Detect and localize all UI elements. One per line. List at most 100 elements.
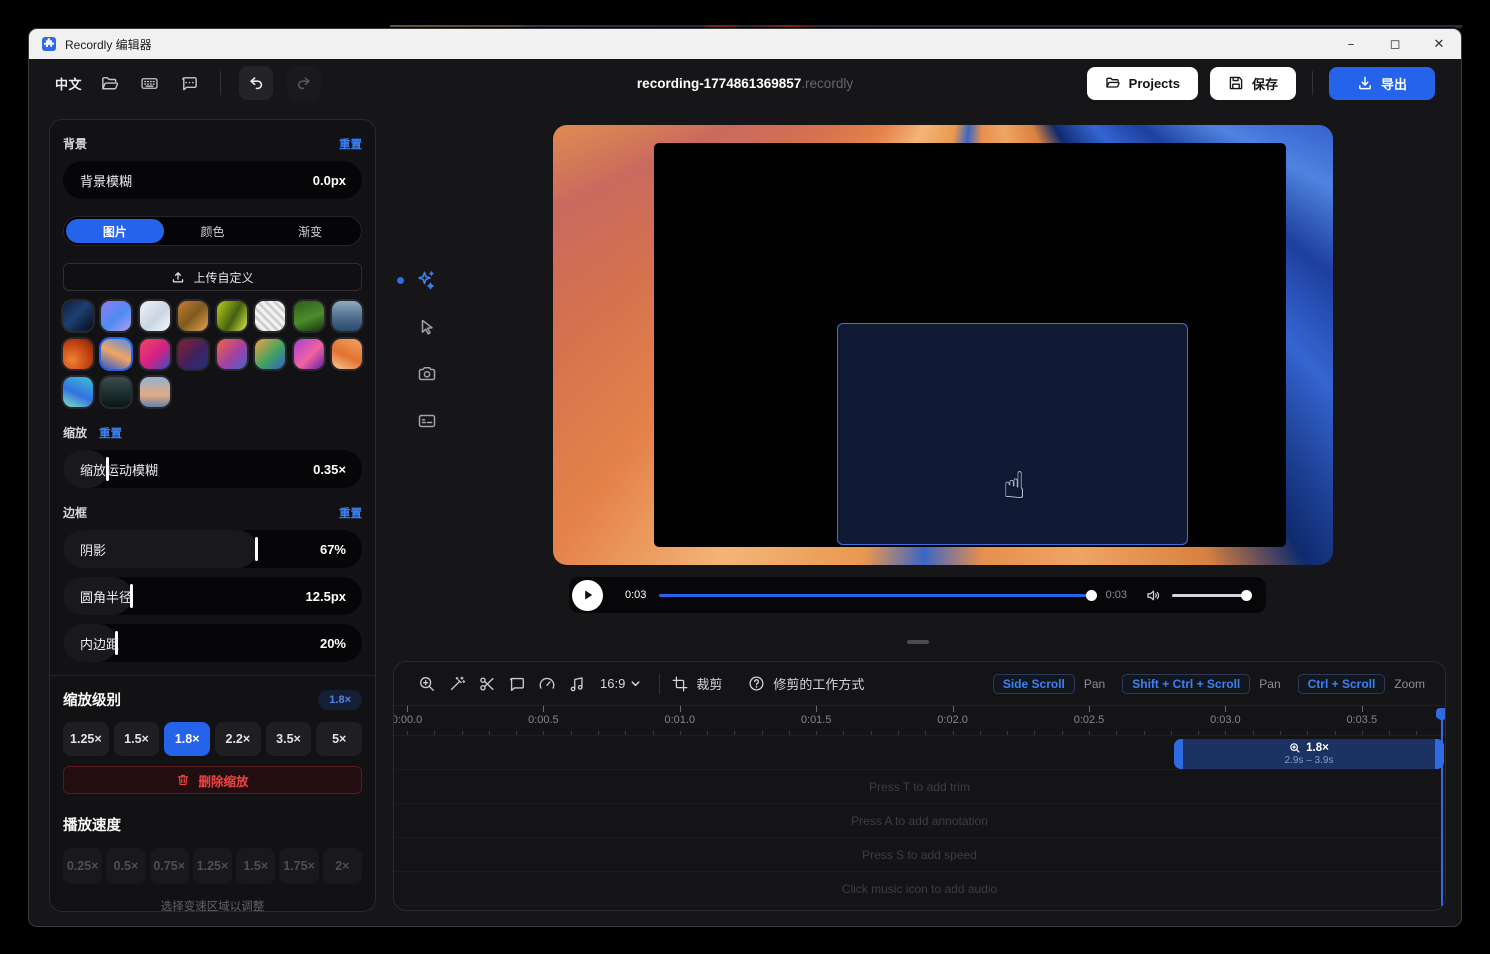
- background-thumbnail-autumn-hills[interactable]: [178, 301, 208, 331]
- zoom-level-option-3.5x[interactable]: 3.5×: [266, 722, 312, 756]
- close-button[interactable]: ✕: [1417, 29, 1461, 59]
- timeline-ruler[interactable]: 0:00.00:00.50:01.00:01.50:02.00:02.50:03…: [394, 706, 1445, 736]
- projects-button[interactable]: Projects: [1087, 67, 1198, 100]
- background-thumbnail-dark-red-blue[interactable]: [178, 339, 208, 369]
- zoom-level-option-1.5x[interactable]: 1.5×: [114, 722, 160, 756]
- trim-help-button[interactable]: 修剪的工作方式: [748, 674, 864, 693]
- playhead-line[interactable]: [1441, 708, 1443, 906]
- zoom-block[interactable]: 1.8× 2.9s – 3.9s: [1174, 739, 1444, 769]
- minimize-button[interactable]: –: [1329, 29, 1373, 59]
- background-type-tabs: 图片 颜色 渐变: [63, 216, 362, 246]
- open-project-button[interactable]: [96, 70, 122, 96]
- shortcut-action: Pan: [1259, 677, 1280, 691]
- background-thumbnail-green-plants[interactable]: [294, 301, 324, 331]
- border-reset-link[interactable]: 重置: [339, 505, 362, 521]
- video-preview-canvas[interactable]: ☝: [553, 125, 1333, 565]
- speed-option-0.25x[interactable]: 0.25×: [63, 848, 102, 884]
- background-thumbnail-snow-white[interactable]: [140, 301, 170, 331]
- ruler-minor-tick: [407, 731, 408, 735]
- captions-tool-button[interactable]: [397, 410, 437, 432]
- timeline-track-lane[interactable]: Click music icon to add audio: [394, 872, 1445, 906]
- crop-button[interactable]: 裁剪: [672, 674, 722, 693]
- cut-button[interactable]: [472, 670, 502, 698]
- background-reset-link[interactable]: 重置: [339, 136, 362, 152]
- timeline-track-lane[interactable]: Press A to add annotation: [394, 804, 1445, 838]
- background-thumbnail-dark-blue-abstract[interactable]: [63, 301, 93, 331]
- background-thumbnail-blue-green-rays[interactable]: [63, 377, 93, 407]
- webcam-tool-button[interactable]: [397, 363, 437, 385]
- speaker-icon[interactable]: [1145, 587, 1162, 604]
- annotation-button[interactable]: [502, 670, 532, 698]
- ruler-label: 0:00.5: [528, 714, 559, 726]
- volume-thumb[interactable]: [1241, 590, 1252, 601]
- background-thumbnail-sequoia-rays[interactable]: [101, 339, 131, 369]
- speed-option-2x[interactable]: 2×: [323, 848, 362, 884]
- speed-option-1.5x[interactable]: 1.5×: [236, 848, 275, 884]
- speed-option-1.75x[interactable]: 1.75×: [279, 848, 318, 884]
- seek-thumb[interactable]: [1086, 590, 1097, 601]
- tab-image[interactable]: 图片: [66, 219, 164, 243]
- background-thumbnail-big-sur-waves[interactable]: [140, 339, 170, 369]
- upload-custom-button[interactable]: 上传自定义: [63, 263, 362, 291]
- zoom-level-option-1.25x[interactable]: 1.25×: [63, 722, 109, 756]
- corner-radius-slider[interactable]: 圆角半径12.5px: [63, 577, 362, 615]
- ruler-major-tick: [1225, 706, 1226, 712]
- auto-zoom-button[interactable]: [442, 670, 472, 698]
- aspect-ratio-dropdown[interactable]: 16:9: [600, 676, 641, 691]
- timeline-track-lane[interactable]: Press T to add trim: [394, 770, 1445, 804]
- delete-zoom-button[interactable]: 删除缩放: [63, 766, 362, 794]
- background-thumbnail-cloud-sunset[interactable]: [140, 377, 170, 407]
- language-button[interactable]: 中文: [55, 74, 82, 93]
- background-thumbnail-dark-mountains[interactable]: [101, 377, 131, 407]
- panel-resize-handle[interactable]: [907, 640, 929, 644]
- background-thumbnail-orange-flower[interactable]: [63, 339, 93, 369]
- slider-handle[interactable]: [255, 537, 258, 561]
- ruler-major-tick: [680, 706, 681, 712]
- background-thumbnail-green-blue-orange[interactable]: [255, 339, 285, 369]
- zoom-motion-blur-slider[interactable]: 缩放运动模糊 0.35×: [63, 450, 362, 488]
- maximize-button[interactable]: ◻: [1373, 29, 1417, 59]
- zoom-reset-link[interactable]: 重置: [99, 425, 122, 441]
- timeline-toolbar: 16:9 裁剪 修剪的工作方式 Side ScrollPanShift + Ct…: [394, 662, 1445, 706]
- zoom-level-option-2.2x[interactable]: 2.2×: [215, 722, 261, 756]
- zoom-level-title: 缩放级别: [63, 689, 121, 710]
- background-thumbnail-green-yellow-abstract[interactable]: [217, 301, 247, 331]
- speed-option-0.75x[interactable]: 0.75×: [150, 848, 189, 884]
- background-thumbnail-mountain-lake[interactable]: [332, 301, 362, 331]
- background-thumbnail-purple-pink[interactable]: [294, 339, 324, 369]
- speed-option-1.25x[interactable]: 1.25×: [193, 848, 232, 884]
- shortcuts-button[interactable]: [136, 70, 162, 96]
- volume-slider[interactable]: [1172, 594, 1252, 597]
- background-blur-slider[interactable]: 背景模糊 0.0px: [63, 161, 362, 199]
- zoom-region-selection[interactable]: ☝: [837, 323, 1188, 545]
- timeline-zoom-in-button[interactable]: [412, 670, 442, 698]
- background-thumbnail-purple-blue-glow[interactable]: [101, 301, 131, 331]
- cursor-tool-button[interactable]: [397, 316, 437, 338]
- magnifier-plus-icon: [418, 675, 436, 693]
- padding-slider[interactable]: 内边距20%: [63, 624, 362, 662]
- shadow-slider[interactable]: 阴影67%: [63, 530, 362, 568]
- export-button[interactable]: 导出: [1329, 67, 1435, 100]
- background-thumbnail-orange-rays[interactable]: [332, 339, 362, 369]
- zoom-level-option-1.8x[interactable]: 1.8×: [164, 722, 210, 756]
- section-divider: [50, 675, 375, 676]
- background-thumbnail-orange-purple-blue[interactable]: [217, 339, 247, 369]
- redo-button[interactable]: [287, 66, 321, 100]
- tab-color[interactable]: 颜色: [164, 219, 262, 243]
- tab-gradient[interactable]: 渐变: [261, 219, 359, 243]
- feedback-button[interactable]: [176, 70, 202, 96]
- ruler-minor-tick: [789, 731, 790, 735]
- effects-tool-button[interactable]: [397, 269, 437, 291]
- zoom-level-option-5x[interactable]: 5×: [316, 722, 362, 756]
- play-button[interactable]: [572, 580, 603, 611]
- save-button[interactable]: 保存: [1210, 67, 1296, 100]
- seek-bar[interactable]: [659, 594, 1095, 597]
- speed-option-0.5x[interactable]: 0.5×: [106, 848, 145, 884]
- music-button[interactable]: [562, 670, 592, 698]
- zoom-block-left-handle[interactable]: [1174, 739, 1183, 769]
- background-thumbnail-white-ripples[interactable]: [255, 301, 285, 331]
- top-toolbar: 中文 recording-1774861369857.recordly: [29, 59, 1461, 107]
- undo-button[interactable]: [239, 66, 273, 100]
- speed-button[interactable]: [532, 670, 562, 698]
- timeline-track-lane[interactable]: Press S to add speed: [394, 838, 1445, 872]
